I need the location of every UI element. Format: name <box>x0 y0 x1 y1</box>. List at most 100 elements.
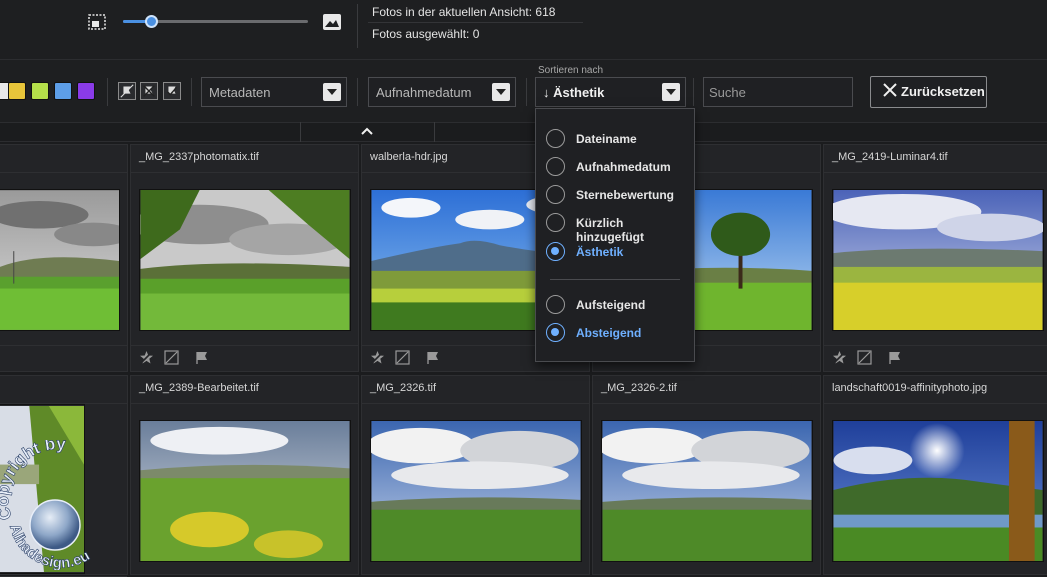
radio-button[interactable] <box>546 157 565 176</box>
no-color-label-icon[interactable] <box>164 350 179 365</box>
divider <box>0 345 127 346</box>
sort-option-recently-added[interactable]: Kürzlich hinzugefügt <box>546 213 691 244</box>
photo-thumbnail[interactable] <box>139 420 351 562</box>
metadata-dropdown[interactable]: Metadaten <box>201 77 347 107</box>
photo-thumbnail[interactable] <box>370 420 582 562</box>
sort-option-rating[interactable]: Sternebewertung <box>546 185 691 205</box>
photo-filename: _MG_2326.tif <box>370 382 437 394</box>
radio-button[interactable] <box>546 213 565 232</box>
date-dropdown-label: Aufnahmedatum <box>376 85 472 100</box>
no-color-label-icon[interactable] <box>857 350 872 365</box>
radio-button[interactable] <box>546 129 565 148</box>
flag-icon[interactable] <box>887 350 902 365</box>
sort-menu: Dateiname Aufnahmedatum Sternebewertung … <box>535 108 695 362</box>
flag-icon[interactable] <box>194 350 209 365</box>
date-dropdown[interactable]: Aufnahmedatum <box>368 77 516 107</box>
sort-dropdown[interactable]: ↓ Ästhetik <box>535 77 686 107</box>
divider <box>368 22 583 23</box>
divider <box>824 172 1047 173</box>
no-star-icon[interactable] <box>370 350 385 365</box>
sort-option-label: Ästhetik <box>576 245 624 259</box>
photo-filename: _MG_2419-Luminar4.tif <box>832 151 948 163</box>
sort-option-filename[interactable]: Dateiname <box>546 129 691 149</box>
collapse-bar <box>0 122 1047 142</box>
photo-filename: _MG_2326-2.tif <box>601 382 677 394</box>
chevron-down-icon <box>323 83 341 101</box>
no-star-icon[interactable] <box>832 350 847 365</box>
divider <box>357 78 358 106</box>
divider <box>693 78 694 106</box>
radio-button[interactable] <box>546 185 565 204</box>
flag-unflagged-icon[interactable] <box>118 82 136 100</box>
photo-cell[interactable]: _MG_2326-2.tif <box>592 375 821 575</box>
photo-thumbnail[interactable] <box>832 189 1044 331</box>
photo-cell[interactable]: _MG_2389-Bearbeitet.tif <box>130 375 359 575</box>
divider <box>526 78 527 106</box>
photo-cell[interactable]: _MG_2337photomatix.tif <box>130 144 359 372</box>
divider <box>0 172 127 173</box>
divider <box>131 403 358 404</box>
photo-filename: _MG_2389-Bearbeitet.tif <box>139 382 259 394</box>
photo-thumbnail[interactable] <box>139 189 351 331</box>
divider <box>357 4 358 48</box>
sort-option-label: Sternebewertung <box>576 188 675 202</box>
flag-picked-icon[interactable] <box>163 82 181 100</box>
sort-order-ascending[interactable]: Aufsteigend <box>546 295 691 315</box>
chevron-down-icon <box>662 83 680 101</box>
sort-dropdown-value: ↓ Ästhetik <box>543 85 605 100</box>
divider <box>107 78 108 106</box>
radio-button-selected[interactable] <box>546 242 565 261</box>
color-label-blue[interactable] <box>54 82 72 100</box>
sort-option-capture-date[interactable]: Aufnahmedatum <box>546 157 691 177</box>
photo-filename: walberla-hdr.jpg <box>370 151 448 163</box>
chevron-down-icon <box>492 83 510 101</box>
color-label-yellow[interactable] <box>8 82 26 100</box>
divider <box>131 345 358 346</box>
divider <box>824 403 1047 404</box>
divider <box>550 279 680 280</box>
small-thumbnail-icon[interactable] <box>88 14 106 30</box>
radio-button[interactable] <box>546 295 565 314</box>
photos-selected-count: Fotos ausgewählt: 0 <box>372 27 480 41</box>
photo-thumbnail[interactable] <box>601 420 813 562</box>
radio-button-selected[interactable] <box>546 323 565 342</box>
color-label-purple[interactable] <box>77 82 95 100</box>
no-color-label-icon[interactable] <box>395 350 410 365</box>
sort-option-label: Aufnahmedatum <box>576 160 671 174</box>
photo-filename: _MG_2337photomatix.tif <box>139 151 259 163</box>
sort-order-descending[interactable]: Absteigend <box>546 323 691 343</box>
slider-handle[interactable] <box>145 15 158 28</box>
close-icon <box>883 83 897 97</box>
sort-option-label: Kürzlich hinzugefügt <box>576 216 644 244</box>
reset-button-label: Zurücksetzen <box>901 84 985 99</box>
sort-label: Sortieren nach <box>538 65 604 76</box>
sort-option-label: Dateiname <box>576 132 637 146</box>
sort-order-label: Absteigend <box>576 326 642 340</box>
top-bar: Fotos in der aktuellen Ansicht: 618 Foto… <box>0 0 1047 60</box>
photo-cell[interactable] <box>0 375 128 577</box>
photo-cell[interactable]: _MG_2419-Luminar4.tif <box>823 144 1047 372</box>
photo-thumbnail[interactable] <box>0 189 120 331</box>
divider <box>593 403 820 404</box>
photo-thumbnail[interactable] <box>832 420 1044 562</box>
sort-option-aesthetics[interactable]: Ästhetik <box>546 242 691 262</box>
sort-order-label: Aufsteigend <box>576 298 646 312</box>
no-star-icon[interactable] <box>139 350 154 365</box>
divider <box>362 403 589 404</box>
metadata-dropdown-label: Metadaten <box>209 85 271 100</box>
photos-in-view-count: Fotos in der aktuellen Ansicht: 618 <box>372 5 556 19</box>
divider <box>131 172 358 173</box>
filter-bar: Metadaten Aufnahmedatum Sortieren nach ↓… <box>0 60 1047 122</box>
color-label-green[interactable] <box>31 82 49 100</box>
search-input[interactable]: Suche <box>703 77 853 107</box>
photo-cell[interactable] <box>0 144 128 372</box>
photo-thumbnail[interactable] <box>0 404 85 574</box>
photo-cell[interactable]: landschaft0019-affinityphoto.jpg <box>823 375 1047 575</box>
flag-icon[interactable] <box>425 350 440 365</box>
divider <box>191 78 192 106</box>
reset-button[interactable]: Zurücksetzen <box>870 76 987 108</box>
chevron-up-icon[interactable] <box>361 127 373 135</box>
flag-rejected-icon[interactable] <box>140 82 158 100</box>
photo-cell[interactable]: _MG_2326.tif <box>361 375 590 575</box>
large-thumbnail-icon[interactable] <box>322 13 342 31</box>
